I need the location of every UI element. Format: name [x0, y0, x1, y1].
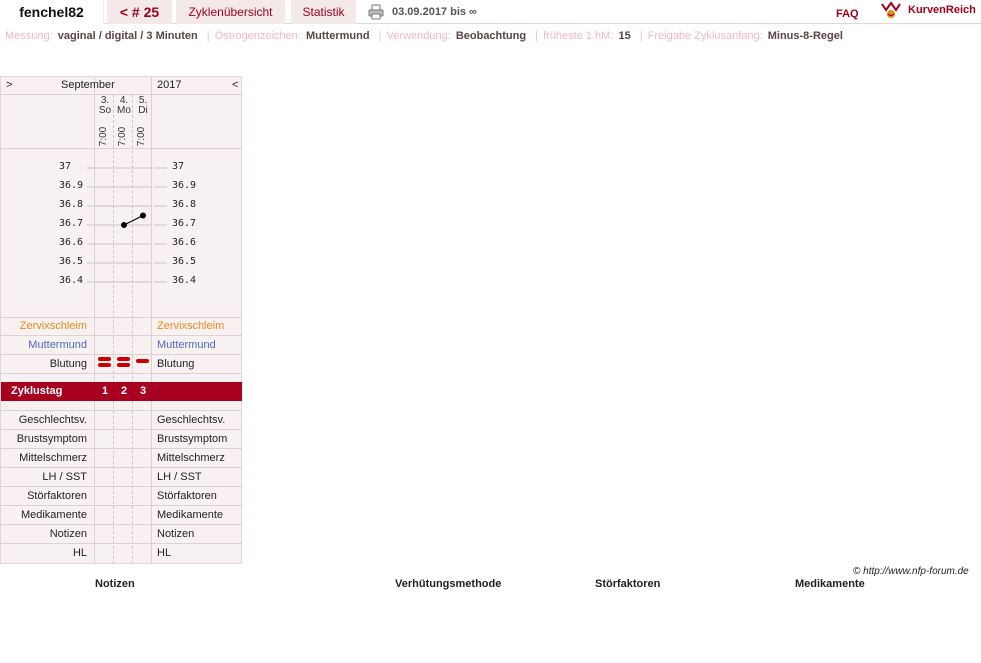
info-value-estrogen: Muttermund	[306, 30, 370, 42]
nav-next-button[interactable]: <	[232, 77, 238, 94]
info-label-estrogen: Östrogenzeichen:	[214, 30, 301, 42]
kurvenreich-logo-icon[interactable]	[880, 1, 902, 19]
grid-line	[1, 373, 242, 374]
row-label-breast-symptom: Brustsymptom	[16, 433, 87, 445]
bleeding-marker[interactable]	[117, 357, 130, 369]
info-value-earliest: 15	[618, 30, 631, 42]
cycle-day-number[interactable]: 1	[96, 382, 114, 401]
row-label-intercourse: Geschlechtsv.	[157, 414, 226, 426]
info-label-usage: Verwendung:	[386, 30, 451, 42]
cycle-day-label: Zyklustag	[11, 385, 63, 397]
cycle-overview-tab[interactable]: Zyklenübersicht	[176, 0, 285, 24]
footer-heading-contraception: Verhütungsmethode	[395, 578, 502, 590]
row-label-notes: Notizen	[157, 528, 195, 540]
bleeding-stroke	[117, 363, 130, 367]
printer-icon[interactable]	[368, 4, 384, 20]
row-label-disturbances: Störfaktoren	[27, 490, 87, 502]
row-label-bleeding: Blutung	[49, 358, 87, 370]
info-label-earliest: früheste 1.hM:	[543, 30, 614, 42]
year-label: 2017	[157, 79, 182, 91]
footer-heading-notes: Notizen	[95, 578, 135, 590]
info-label-release: Freigabe Zyklusanfang:	[647, 30, 763, 42]
footer-heading-medication: Medikamente	[795, 578, 865, 590]
info-separator: |	[378, 30, 382, 42]
bleeding-marker[interactable]	[98, 357, 111, 369]
kurvenreich-logo-text[interactable]: KurvenReich	[908, 4, 976, 16]
bleeding-stroke	[98, 363, 111, 367]
info-label-measurement: Messung:	[5, 30, 53, 42]
row-label-lh-test: LH / SST	[42, 471, 87, 483]
cycle-number-tab[interactable]: < # 25	[107, 0, 172, 24]
bleeding-stroke	[136, 359, 149, 363]
time-value: 7:00	[136, 126, 148, 147]
temperature-point[interactable]	[121, 222, 127, 228]
measurement-time: 7:00	[115, 125, 133, 149]
info-value-release: Minus-8-Regel	[767, 30, 843, 42]
info-separator: |	[206, 30, 210, 42]
cycle-settings-info: Messung: vaginal / digital / 3 Minuten |…	[5, 30, 845, 44]
day-weekday: So	[98, 105, 112, 116]
row-label-cervix: Muttermund	[28, 339, 87, 351]
row-label-intercourse: Geschlechtsv.	[18, 414, 87, 426]
measurement-time: 7:00	[96, 125, 114, 149]
day-header[interactable]: 4. Mo	[115, 96, 133, 116]
date-range: 03.09.2017 bis ∞	[392, 6, 477, 18]
day-weekday: Di	[138, 105, 148, 116]
row-label-bleeding: Blutung	[157, 358, 195, 370]
cycle-day-number[interactable]: 2	[115, 382, 133, 401]
day-weekday: Mo	[117, 105, 131, 116]
statistics-tab[interactable]: Statistik	[291, 0, 356, 24]
bleeding-marker[interactable]	[136, 359, 149, 365]
copyright-text: © http://www.nfp-forum.de	[853, 566, 969, 577]
row-label-disturbances: Störfaktoren	[157, 490, 217, 502]
day-header[interactable]: 5. Di	[134, 96, 152, 116]
measurement-time: 7:00	[134, 125, 152, 149]
info-value-usage: Beobachtung	[455, 30, 527, 42]
day-header[interactable]: 3. So	[96, 96, 114, 116]
row-label-medication: Medikamente	[20, 509, 87, 521]
bleeding-stroke	[98, 357, 111, 361]
time-value: 7:00	[117, 126, 129, 147]
row-label-notes: Notizen	[49, 528, 87, 540]
row-label-lh-test: LH / SST	[157, 471, 202, 483]
top-navigation-bar: fenchel82 < # 25 Zyklenübersicht Statist…	[0, 0, 981, 24]
row-label-cervix: Muttermund	[157, 339, 216, 351]
row-label-mittelschmerz: Mittelschmerz	[157, 452, 225, 464]
footer-heading-disturbances: Störfaktoren	[595, 578, 661, 590]
username-tab[interactable]: fenchel82	[0, 0, 104, 24]
info-value-measurement: vaginal / digital / 3 Minuten	[57, 30, 198, 42]
row-label-medication: Medikamente	[157, 509, 224, 521]
temperature-plot	[87, 167, 167, 283]
temperature-point[interactable]	[140, 212, 146, 219]
row-label-breast-symptom: Brustsymptom	[157, 433, 228, 445]
info-separator: |	[535, 30, 539, 42]
info-separator: |	[639, 30, 643, 42]
cycle-chart: > September 2017 < 3. So 4. Mo 5. Di 7:0…	[0, 76, 242, 564]
row-label-cervical-mucus: Zervixschleim	[19, 320, 87, 332]
cycle-day-row: Zyklustag 1 2 3	[1, 382, 242, 401]
faq-link[interactable]: FAQ	[836, 8, 859, 20]
temperature-curve	[123, 214, 144, 226]
row-label-hl: HL	[72, 547, 87, 559]
nav-prev-button[interactable]: >	[6, 77, 12, 94]
month-label: September	[61, 79, 115, 91]
cycle-day-number[interactable]: 3	[134, 382, 152, 401]
row-label-mittelschmerz: Mittelschmerz	[19, 452, 87, 464]
row-label-cervical-mucus: Zervixschleim	[157, 320, 225, 332]
time-value: 7:00	[98, 126, 110, 147]
row-label-hl: HL	[157, 547, 172, 559]
bleeding-stroke	[117, 357, 130, 361]
